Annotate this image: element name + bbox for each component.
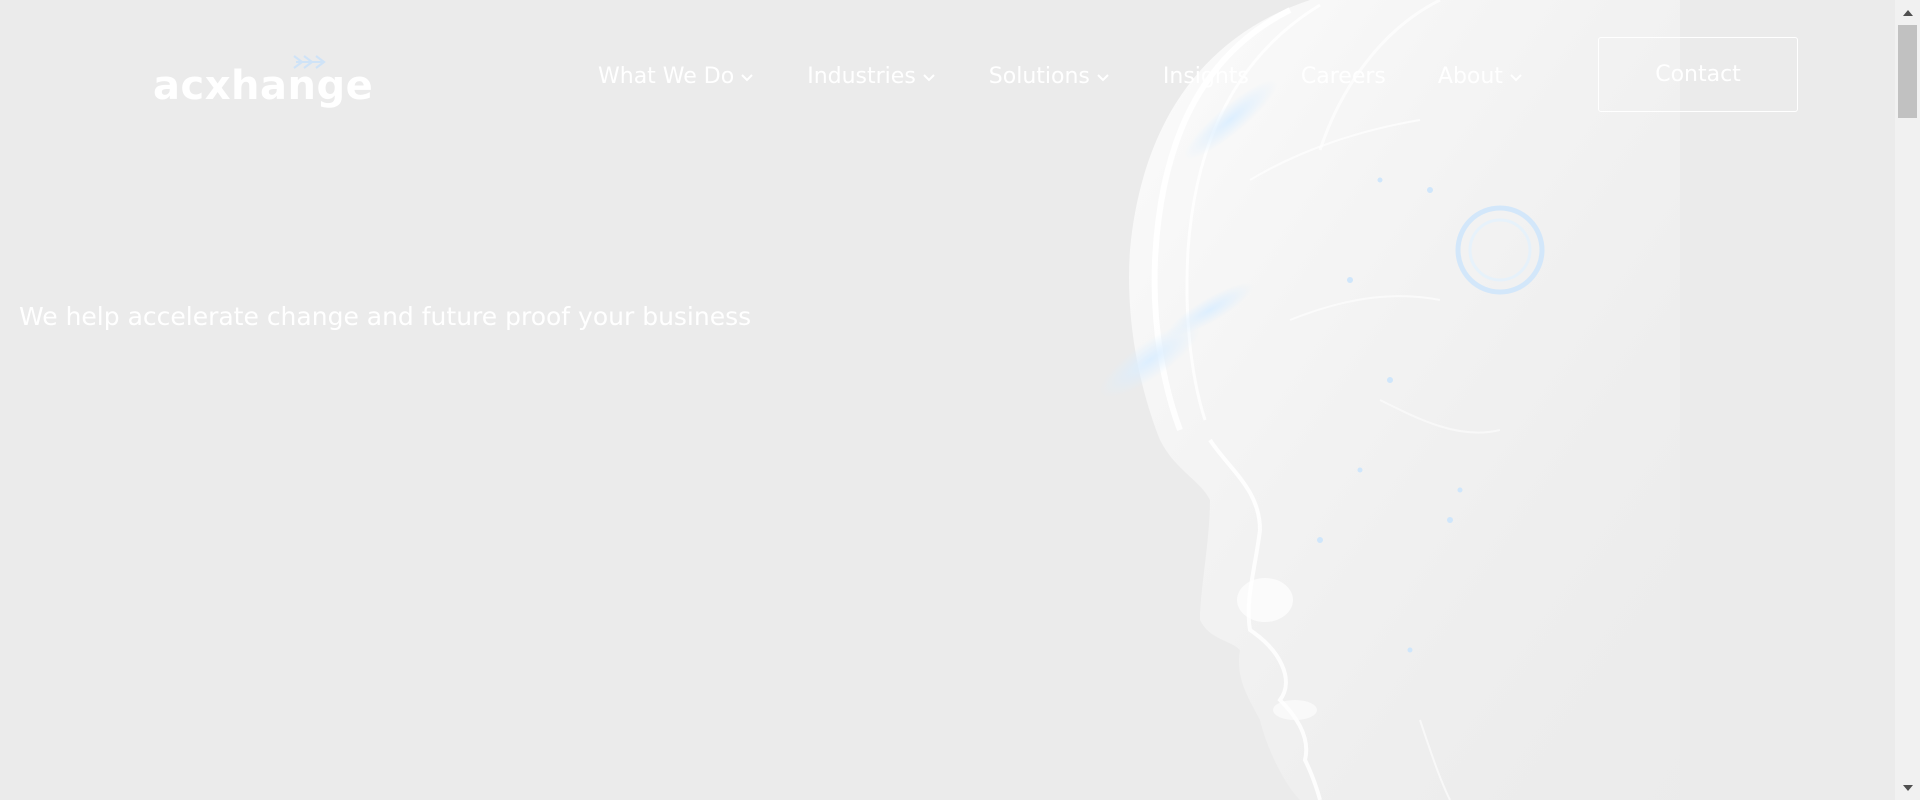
contact-button[interactable]: Contact xyxy=(1598,37,1798,112)
nav-item-insights[interactable]: Insights xyxy=(1163,64,1249,89)
brand-logo-text: acxhange xyxy=(153,63,374,109)
scroll-up-arrow-icon[interactable] xyxy=(1895,0,1920,25)
hero-tagline: We help accelerate change and future pro… xyxy=(19,302,752,331)
brand-logo[interactable]: acxhange xyxy=(153,48,373,112)
nav-item-about[interactable]: About xyxy=(1438,64,1524,89)
nav-item-solutions[interactable]: Solutions xyxy=(989,64,1111,89)
nav-item-careers[interactable]: Careers xyxy=(1301,64,1386,89)
nav-item-label: About xyxy=(1437,63,1503,89)
page: acxhange What We Do Industries Solutions xyxy=(0,0,1920,800)
chevron-down-icon xyxy=(741,73,753,81)
nav-item-label: Solutions xyxy=(988,63,1090,89)
nav-item-what-we-do[interactable]: What We Do xyxy=(598,64,755,89)
chevron-down-icon xyxy=(923,73,935,81)
chevron-down-icon xyxy=(1097,73,1109,81)
scroll-down-arrow-icon[interactable] xyxy=(1895,775,1920,800)
double-chevron-arrow-icon xyxy=(293,55,326,69)
nav-item-label: Careers xyxy=(1300,63,1386,89)
nav-item-industries[interactable]: Industries xyxy=(807,64,937,89)
scrollbar-thumb[interactable] xyxy=(1898,25,1917,118)
nav-item-label: What We Do xyxy=(598,63,735,89)
nav-item-label: Industries xyxy=(807,63,916,89)
nav-item-label: Insights xyxy=(1162,63,1249,89)
main-nav: What We Do Industries Solutions Insights… xyxy=(598,54,1524,98)
site-header: acxhange What We Do Industries Solutions xyxy=(0,0,1895,150)
chevron-down-icon xyxy=(1510,73,1522,81)
vertical-scrollbar[interactable] xyxy=(1895,0,1920,800)
